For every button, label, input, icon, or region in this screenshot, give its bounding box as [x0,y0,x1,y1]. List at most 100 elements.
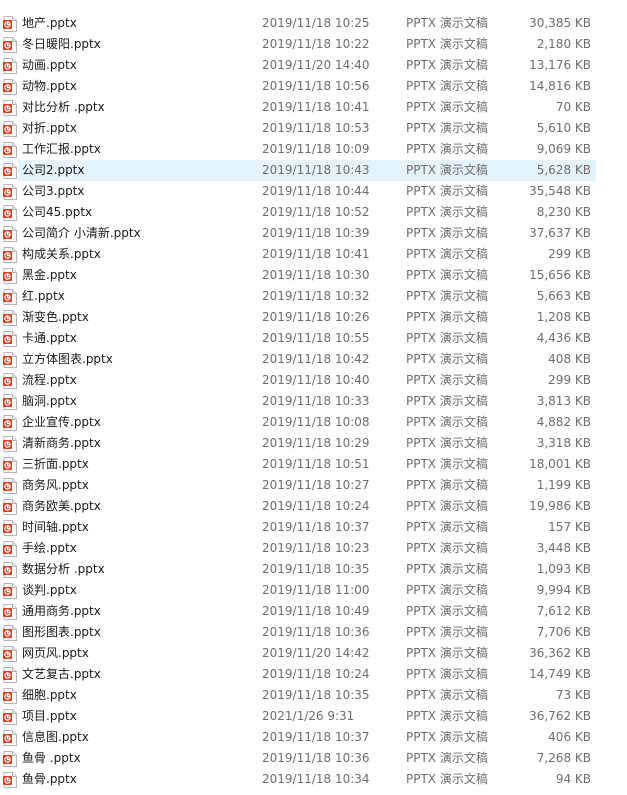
file-modified-date: 2019/11/18 10:22 [262,37,370,51]
file-row[interactable]: 文艺复古.pptx 2019/11/18 10:24 PPTX 演示文稿 14,749… [0,664,627,685]
file-type: PPTX 演示文稿 [406,646,488,660]
file-list: 地产.pptx 2019/11/18 10:25 PPTX 演示文稿 30,385 K… [0,13,627,790]
file-row[interactable]: 公司45.pptx 2019/11/18 10:52 PPTX 演示文稿 8,230 … [0,202,627,223]
file-row[interactable]: 三折面.pptx 2019/11/18 10:51 PPTX 演示文稿 18,001 … [0,454,627,475]
file-size: 7,612 KB [536,604,591,618]
file-type: PPTX 演示文稿 [406,373,488,387]
file-modified-date: 2019/11/18 10:27 [262,478,370,492]
file-type: PPTX 演示文稿 [406,709,488,723]
file-row[interactable]: 企业宣传.pptx 2019/11/18 10:08 PPTX 演示文稿 4,882 … [0,412,627,433]
pptx-file-icon [3,100,17,116]
file-row[interactable]: 红.pptx 2019/11/18 10:32 PPTX 演示文稿 5,663 KB [0,286,627,307]
file-modified-date: 2019/11/18 10:30 [262,268,370,282]
file-row[interactable]: 卡通.pptx 2019/11/18 10:55 PPTX 演示文稿 4,436 KB [0,328,627,349]
file-row[interactable]: 清新商务.pptx 2019/11/18 10:29 PPTX 演示文稿 3,318 … [0,433,627,454]
file-type: PPTX 演示文稿 [406,37,488,51]
file-row[interactable]: 对折.pptx 2019/11/18 10:53 PPTX 演示文稿 5,610 KB [0,118,627,139]
file-row[interactable]: 地产.pptx 2019/11/18 10:25 PPTX 演示文稿 30,385 K… [0,13,627,34]
file-name: 脑洞.pptx [22,394,77,408]
file-name: 渐变色.pptx [22,310,89,324]
file-row[interactable]: 公司简介 小清新.pptx 2019/11/18 10:39 PPTX 演示文稿 37… [0,223,627,244]
file-size: 18,001 KB [529,457,591,471]
file-row[interactable]: 商务欧美.pptx 2019/11/18 10:24 PPTX 演示文稿 19,986… [0,496,627,517]
file-row[interactable]: 立方体图表.pptx 2019/11/18 10:42 PPTX 演示文稿 408 K… [0,349,627,370]
file-size: 37,637 KB [529,226,591,240]
file-name: 公司3.pptx [22,184,85,198]
file-type: PPTX 演示文稿 [406,247,488,261]
file-row[interactable]: 鱼骨 .pptx 2019/11/18 10:36 PPTX 演示文稿 7,268 K… [0,748,627,769]
file-size: 408 KB [548,352,591,366]
file-row[interactable]: 数据分析 .pptx 2019/11/18 10:35 PPTX 演示文稿 1,093… [0,559,627,580]
file-row[interactable]: 信息图.pptx 2019/11/18 10:37 PPTX 演示文稿 406 KB [0,727,627,748]
file-row[interactable]: 公司3.pptx 2019/11/18 10:44 PPTX 演示文稿 35,548 … [0,181,627,202]
file-row[interactable]: 通用商务.pptx 2019/11/18 10:49 PPTX 演示文稿 7,612 … [0,601,627,622]
file-modified-date: 2019/11/18 10:09 [262,142,370,156]
pptx-file-icon [3,79,17,95]
file-size: 5,628 KB [536,163,591,177]
file-name: 文艺复古.pptx [22,667,101,681]
file-name: 清新商务.pptx [22,436,101,450]
file-size: 4,882 KB [536,415,591,429]
file-row[interactable]: 冬日暖阳.pptx 2019/11/18 10:22 PPTX 演示文稿 2,180 … [0,34,627,55]
file-row[interactable]: 脑洞.pptx 2019/11/18 10:33 PPTX 演示文稿 3,813 KB [0,391,627,412]
file-row[interactable]: 谈判.pptx 2019/11/18 11:00 PPTX 演示文稿 9,994 KB [0,580,627,601]
file-row[interactable]: 对比分析 .pptx 2019/11/18 10:41 PPTX 演示文稿 70 KB [0,97,627,118]
file-row[interactable]: 动物.pptx 2019/11/18 10:56 PPTX 演示文稿 14,816 K… [0,76,627,97]
file-modified-date: 2019/11/18 10:44 [262,184,370,198]
file-row[interactable]: 细胞.pptx 2019/11/18 10:35 PPTX 演示文稿 73 KB [0,685,627,706]
file-type: PPTX 演示文稿 [406,394,488,408]
file-name: 三折面.pptx [22,457,89,471]
file-size: 9,994 KB [536,583,591,597]
file-name: 公司简介 小清新.pptx [22,226,141,240]
file-row[interactable]: 工作汇报.pptx 2019/11/18 10:09 PPTX 演示文稿 9,069 … [0,139,627,160]
file-row[interactable]: 网页风.pptx 2019/11/20 14:42 PPTX 演示文稿 36,362 … [0,643,627,664]
file-modified-date: 2019/11/20 14:40 [262,58,370,72]
file-modified-date: 2019/11/18 10:53 [262,121,370,135]
file-type: PPTX 演示文稿 [406,772,488,786]
file-type: PPTX 演示文稿 [406,520,488,534]
file-modified-date: 2019/11/18 10:24 [262,499,370,513]
file-name: 公司2.pptx [22,163,85,177]
file-row[interactable]: 时间轴.pptx 2019/11/18 10:37 PPTX 演示文稿 157 KB [0,517,627,538]
pptx-file-icon [3,709,17,725]
file-row[interactable]: 公司2.pptx 2019/11/18 10:43 PPTX 演示文稿 5,628 K… [0,160,627,181]
pptx-file-icon [3,478,17,494]
file-modified-date: 2019/11/18 10:52 [262,205,370,219]
file-name: 图形图表.pptx [22,625,101,639]
file-row[interactable]: 动画.pptx 2019/11/20 14:40 PPTX 演示文稿 13,176 K… [0,55,627,76]
file-type: PPTX 演示文稿 [406,625,488,639]
file-size: 1,093 KB [536,562,591,576]
file-row[interactable]: 项目.pptx 2021/1/26 9:31 PPTX 演示文稿 36,762 KB [0,706,627,727]
file-modified-date: 2019/11/18 10:33 [262,394,370,408]
file-row[interactable]: 图形图表.pptx 2019/11/18 10:36 PPTX 演示文稿 7,706 … [0,622,627,643]
file-type: PPTX 演示文稿 [406,688,488,702]
file-name: 通用商务.pptx [22,604,101,618]
pptx-file-icon [3,520,17,536]
file-name: 鱼骨.pptx [22,772,77,786]
file-size: 94 KB [555,772,591,786]
file-modified-date: 2019/11/18 11:00 [262,583,370,597]
file-name: 手绘.pptx [22,541,77,555]
file-row[interactable]: 流程.pptx 2019/11/18 10:40 PPTX 演示文稿 299 KB [0,370,627,391]
file-name: 网页风.pptx [22,646,89,660]
file-row[interactable]: 鱼骨.pptx 2019/11/18 10:34 PPTX 演示文稿 94 KB [0,769,627,790]
file-size: 19,986 KB [529,499,591,513]
file-modified-date: 2019/11/18 10:23 [262,541,370,555]
file-size: 14,816 KB [529,79,591,93]
file-name: 构成关系.pptx [22,247,101,261]
file-row[interactable]: 黑金.pptx 2019/11/18 10:30 PPTX 演示文稿 15,656 K… [0,265,627,286]
file-modified-date: 2019/11/18 10:29 [262,436,370,450]
pptx-file-icon [3,394,17,410]
file-row[interactable]: 手绘.pptx 2019/11/18 10:23 PPTX 演示文稿 3,448 KB [0,538,627,559]
file-name: 卡通.pptx [22,331,77,345]
file-type: PPTX 演示文稿 [406,16,488,30]
file-name: 鱼骨 .pptx [22,751,81,765]
file-modified-date: 2019/11/18 10:37 [262,730,370,744]
file-size: 3,448 KB [536,541,591,555]
file-row[interactable]: 渐变色.pptx 2019/11/18 10:26 PPTX 演示文稿 1,208 K… [0,307,627,328]
file-row[interactable]: 商务风.pptx 2019/11/18 10:27 PPTX 演示文稿 1,199 K… [0,475,627,496]
file-size: 2,180 KB [536,37,591,51]
file-row[interactable]: 构成关系.pptx 2019/11/18 10:41 PPTX 演示文稿 299 KB [0,244,627,265]
pptx-file-icon [3,604,17,620]
file-name: 工作汇报.pptx [22,142,101,156]
